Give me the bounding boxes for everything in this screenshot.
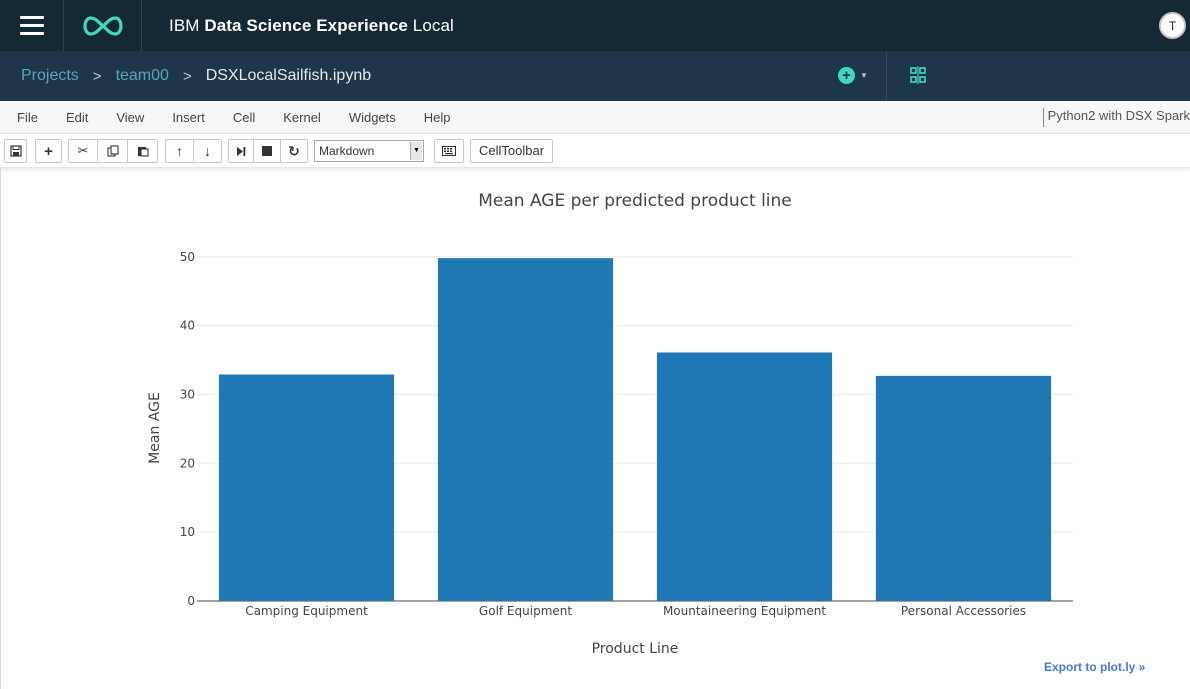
- menu-insert[interactable]: Insert: [158, 110, 219, 125]
- y-axis-label: Mean AGE: [147, 392, 163, 464]
- menu-cell[interactable]: Cell: [219, 110, 269, 125]
- app-title-product: Data Science Experience: [204, 15, 408, 35]
- paste-button[interactable]: [127, 139, 158, 163]
- cell-type-value: Markdown: [319, 144, 375, 158]
- breadcrumb-bar: Projects > team00 > DSXLocalSailfish.ipy…: [0, 51, 1190, 101]
- dsx-logo-icon[interactable]: [64, 0, 142, 51]
- app-title: IBM Data Science Experience Local: [169, 16, 454, 36]
- move-up-button[interactable]: ↑: [165, 139, 194, 163]
- menu-kernel[interactable]: Kernel: [269, 110, 335, 125]
- move-down-button[interactable]: ↓: [193, 139, 222, 163]
- bar-chart[interactable]: Mean AGE per predicted product line 0 10 2…: [0, 168, 1190, 689]
- y-tick-label: 10: [180, 525, 195, 539]
- kernel-indicator[interactable]: Python2 with DSX Spark: [1042, 108, 1190, 127]
- menu-view[interactable]: View: [102, 110, 158, 125]
- save-button[interactable]: [4, 139, 27, 163]
- chart-title: Mean AGE per predicted product line: [478, 191, 792, 211]
- x-tick-label: Mountaineering Equipment: [663, 604, 826, 618]
- menu-edit[interactable]: Edit: [52, 110, 102, 125]
- menu-help[interactable]: Help: [410, 110, 465, 125]
- y-tick-label: 0: [187, 594, 195, 608]
- plus-icon: +: [44, 142, 53, 160]
- hamburger-line: [19, 32, 44, 35]
- y-tick-label: 50: [180, 250, 195, 264]
- copy-icon: [106, 145, 119, 157]
- hamburger-menu-icon[interactable]: [0, 0, 64, 51]
- bar[interactable]: [875, 375, 1052, 601]
- chevron-down-icon: ▼: [860, 71, 868, 80]
- app-header: IBM Data Science Experience Local T: [0, 0, 1190, 51]
- interrupt-kernel-button[interactable]: [253, 139, 281, 163]
- bars: [218, 258, 1052, 601]
- breadcrumb-current-notebook: DSXLocalSailfish.ipynb: [205, 67, 372, 84]
- insert-cell-button[interactable]: +: [35, 139, 62, 163]
- plus-circle-icon: +: [838, 67, 855, 84]
- x-tick-label: Personal Accessories: [901, 604, 1026, 618]
- run-cell-button[interactable]: [228, 139, 254, 163]
- hamburger-line: [19, 16, 44, 19]
- menu-file[interactable]: File: [0, 110, 52, 125]
- data-panel-icon[interactable]: [909, 66, 927, 89]
- step-forward-icon: [237, 146, 246, 156]
- y-tick-label: 20: [180, 456, 195, 470]
- copy-button[interactable]: [97, 139, 128, 163]
- breadcrumb-separator: >: [182, 67, 192, 85]
- user-avatar[interactable]: T: [1159, 12, 1186, 39]
- notebook-toolbar: + ✂ ↑ ↓ ↻ Markdown ▼ CellToolbar: [0, 134, 1190, 168]
- add-asset-button[interactable]: + ▼: [838, 67, 868, 84]
- command-palette-button[interactable]: [434, 139, 464, 163]
- cell-type-select[interactable]: Markdown ▼: [314, 140, 424, 162]
- arrow-up-icon: ↑: [176, 143, 183, 159]
- export-to-plotly-link[interactable]: Export to plot.ly »: [1044, 660, 1145, 674]
- plot-output: Mean AGE per predicted product line 0 10 2…: [0, 168, 1190, 689]
- hamburger-line: [19, 24, 44, 27]
- arrow-down-icon: ↓: [204, 143, 211, 159]
- cut-button[interactable]: ✂: [68, 139, 98, 163]
- bar[interactable]: [218, 374, 395, 601]
- divider: [886, 51, 887, 101]
- y-tick-label: 40: [180, 319, 195, 333]
- save-icon: [9, 145, 22, 157]
- y-tick-label: 30: [180, 387, 195, 401]
- x-tick-label: Camping Equipment: [245, 604, 368, 618]
- breadcrumb-projects[interactable]: Projects: [21, 67, 79, 85]
- menu-widgets[interactable]: Widgets: [335, 110, 410, 125]
- app-title-suffix: Local: [412, 15, 454, 35]
- x-tick-label: Golf Equipment: [479, 604, 572, 618]
- stop-icon: [262, 146, 272, 156]
- refresh-icon: ↻: [288, 142, 300, 159]
- paste-icon: [137, 147, 149, 157]
- scissors-icon: ✂: [77, 143, 89, 158]
- chevron-down-icon: ▼: [410, 142, 422, 160]
- x-axis-label: Product Line: [592, 641, 679, 657]
- restart-kernel-button[interactable]: ↻: [280, 139, 308, 163]
- bar[interactable]: [437, 258, 614, 601]
- keyboard-icon: [442, 146, 456, 156]
- notebook-menubar: File Edit View Insert Cell Kernel Widget…: [0, 101, 1190, 134]
- app-title-prefix: IBM: [169, 15, 200, 35]
- celltoolbar-button[interactable]: CellToolbar: [470, 139, 554, 163]
- breadcrumb: Projects > team00 > DSXLocalSailfish.ipy…: [21, 67, 371, 85]
- breadcrumb-team[interactable]: team00: [116, 67, 169, 85]
- breadcrumb-separator: >: [92, 67, 102, 85]
- bar[interactable]: [656, 352, 833, 601]
